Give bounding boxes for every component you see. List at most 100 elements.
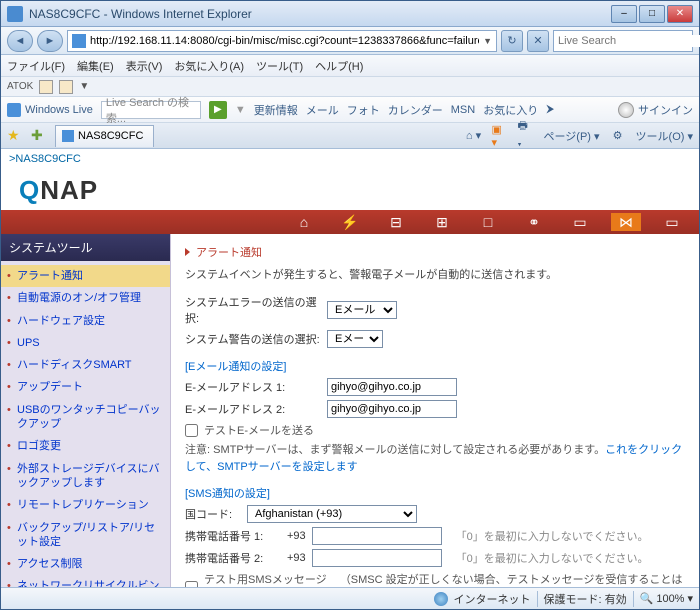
signin-link[interactable]: サインイン <box>638 102 693 118</box>
browser-tab[interactable]: NAS8C9CFC <box>55 125 154 147</box>
menu-view[interactable]: 表示(V) <box>126 58 163 74</box>
email1-label: E-メールアドレス 1: <box>185 379 321 395</box>
favorites-star-icon[interactable]: ★ <box>7 127 25 145</box>
sidebar-item[interactable]: アップデート <box>1 376 170 398</box>
minimize-button[interactable]: – <box>611 5 637 23</box>
search-bar[interactable]: 🔍 <box>553 30 693 52</box>
breadcrumb: >NAS8C9CFC <box>1 149 699 169</box>
phone1-prefix: +93 <box>287 530 306 542</box>
sidebar-item[interactable]: 外部ストレージデバイスにバックアップします <box>1 458 170 495</box>
zoom-dropdown-icon[interactable]: ▾ <box>687 592 693 605</box>
zoom-icon: 🔍 <box>640 592 654 605</box>
forward-button[interactable]: ► <box>37 30 63 52</box>
test-sms-label: テスト用SMSメッセージの送信 <box>204 571 334 587</box>
wl-item-photo[interactable]: フォト <box>347 102 380 118</box>
email1-input[interactable] <box>327 378 457 396</box>
page-favicon <box>72 34 86 48</box>
email-settings-head: [Eメール通知の設定] <box>185 358 685 374</box>
email2-input[interactable] <box>327 400 457 418</box>
tools-menu[interactable]: ツール(O) ▾ <box>636 128 693 144</box>
maximize-button[interactable]: □ <box>639 5 665 23</box>
nav-tools-icon[interactable]: ⋈ <box>611 213 641 231</box>
stop-button[interactable]: ✕ <box>527 30 549 52</box>
test-email-checkbox[interactable] <box>185 424 198 437</box>
nav-home-icon[interactable]: ⌂ <box>289 213 319 231</box>
sidebar-item[interactable]: 自動電源のオン/オフ管理 <box>1 287 170 309</box>
smtp-note: 注意: SMTPサーバーは、まず警報メールの送信に対して設定される必要があります… <box>185 442 685 475</box>
warn-send-select[interactable]: Eメール <box>327 330 383 348</box>
menu-file[interactable]: ファイル(F) <box>7 58 65 74</box>
wl-item-msn[interactable]: MSN <box>451 104 475 116</box>
gear-icon[interactable]: ⚙ <box>610 128 626 144</box>
nav-network-icon[interactable]: ⊞ <box>427 213 457 231</box>
sidebar-item[interactable]: ハードウェア設定 <box>1 310 170 332</box>
zone-label: インターネット <box>454 591 531 607</box>
atok-label: ATOK <box>7 81 33 92</box>
sidebar-item[interactable]: USBのワンタッチコピーバックアップ <box>1 399 170 436</box>
sidebar-item[interactable]: バックアップ/リストア/リセット設定 <box>1 517 170 554</box>
sidebar-item[interactable]: UPS <box>1 332 170 354</box>
menu-favorites[interactable]: お気に入り(A) <box>174 58 244 74</box>
nav-flash-icon[interactable]: ⚡ <box>335 213 365 231</box>
tab-title: NAS8C9CFC <box>78 130 143 142</box>
sidebar-item[interactable]: ロゴ変更 <box>1 435 170 457</box>
feed-icon[interactable]: ▣ ▾ <box>492 128 508 144</box>
sidebar-item[interactable]: ネットワークリサイクルビン <box>1 575 170 587</box>
dropdown-icon[interactable]: ▼ <box>483 36 492 46</box>
wl-share-icon[interactable]: ⮞ <box>546 103 554 116</box>
sidebar-header: システムツール <box>1 234 170 261</box>
windows-live-toolbar: Windows Live Live Search の検索... ▶ ▼ 更新情報… <box>1 97 699 123</box>
phone2-note: 「0」を最初に入力しないでください。 <box>456 550 649 566</box>
menu-help[interactable]: ヘルプ(H) <box>315 58 363 74</box>
section-desc: システムイベントが発生すると、警報電子メールが自動的に送信されます。 <box>185 266 685 282</box>
warn-send-label: システム警告の送信の選択: <box>185 331 321 347</box>
wl-item-calendar[interactable]: カレンダー <box>388 102 443 118</box>
sidebar-item[interactable]: ハードディスクSMART <box>1 354 170 376</box>
wl-item-news[interactable]: 更新情報 <box>254 102 298 118</box>
refresh-button[interactable]: ↻ <box>501 30 523 52</box>
zone-globe-icon <box>434 592 448 606</box>
wl-logo[interactable]: Windows Live <box>7 103 93 117</box>
add-favorites-icon[interactable]: ✚ <box>31 127 49 145</box>
close-button[interactable]: ✕ <box>667 5 693 23</box>
search-input[interactable] <box>558 35 700 47</box>
caret-icon <box>185 248 190 256</box>
atok-dropdown-icon[interactable]: ▼ <box>79 81 89 92</box>
wl-search[interactable]: Live Search の検索... <box>101 101 201 119</box>
test-sms-warning: （SMSC 設定が正しくない場合、テストメッセージを受信することはできません。） <box>340 571 685 587</box>
sms-settings-head: [SMS通知の設定] <box>185 485 685 501</box>
phone2-prefix: +93 <box>287 552 306 564</box>
atok-btn-2[interactable] <box>59 80 73 94</box>
nav-users-icon[interactable]: ⚭ <box>519 213 549 231</box>
sidebar-item[interactable]: アラート通知 <box>1 265 170 287</box>
url-input[interactable] <box>90 35 479 47</box>
nav-security-icon[interactable]: □ <box>473 213 503 231</box>
nav-iconbar: ⌂ ⚡ ⊟ ⊞ □ ⚭ ▭ ⋈ ▭ <box>1 210 699 234</box>
nav-disk-icon[interactable]: ⊟ <box>381 213 411 231</box>
nav-folder-icon[interactable]: ▭ <box>565 213 595 231</box>
tabbar: ★ ✚ NAS8C9CFC ⌂ ▾ ▣ ▾ 🖶 ▾ ページ(P) ▾ ⚙ ツール… <box>1 123 699 149</box>
sidebar-item[interactable]: リモートレプリケーション <box>1 494 170 516</box>
wl-item-fav[interactable]: お気に入り <box>483 102 538 118</box>
zoom-control[interactable]: 🔍 100% ▾ <box>640 592 693 605</box>
address-bar[interactable]: ▼ <box>67 30 497 52</box>
avatar-icon <box>618 102 634 118</box>
page-menu[interactable]: ページ(P) ▾ <box>544 128 600 144</box>
print-icon[interactable]: 🖶 ▾ <box>518 128 534 144</box>
phone2-input[interactable] <box>312 549 442 567</box>
browser-window: NAS8C9CFC - Windows Internet Explorer – … <box>0 0 700 610</box>
wl-item-mail[interactable]: メール <box>306 102 339 118</box>
menu-tools[interactable]: ツール(T) <box>256 58 303 74</box>
phone1-note: 「0」を最初に入力しないでください。 <box>456 528 649 544</box>
atok-btn-1[interactable] <box>39 80 53 94</box>
nav-status-icon[interactable]: ▭ <box>657 213 687 231</box>
test-email-label: テストE-メールを送る <box>204 422 314 438</box>
menu-edit[interactable]: 編集(E) <box>77 58 114 74</box>
sidebar-item[interactable]: アクセス制限 <box>1 553 170 575</box>
error-send-select[interactable]: Eメール <box>327 301 397 319</box>
home-icon[interactable]: ⌂ ▾ <box>466 128 482 144</box>
wl-search-go[interactable]: ▶ <box>209 101 227 119</box>
country-select[interactable]: Afghanistan (+93) <box>247 505 417 523</box>
phone1-input[interactable] <box>312 527 442 545</box>
back-button[interactable]: ◄ <box>7 30 33 52</box>
